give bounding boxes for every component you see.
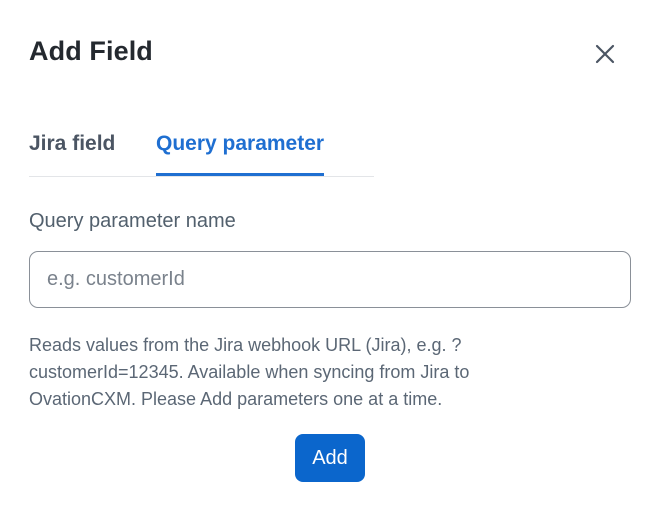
tab-jira-field[interactable]: Jira field [29,132,115,176]
tab-bar: Jira field Query parameter [29,128,374,177]
dialog-title: Add Field [29,36,153,66]
add-field-dialog: Add Field Jira field Query parameter Que… [0,0,652,512]
close-button[interactable] [588,37,622,71]
close-icon [595,44,615,64]
help-text: Reads values from the Jira webhook URL (… [29,335,470,409]
tab-query-parameter[interactable]: Query parameter [156,132,325,176]
query-parameter-name-label: Query parameter name [29,210,236,232]
add-button[interactable]: Add [295,434,365,482]
query-parameter-name-input[interactable] [29,251,631,308]
